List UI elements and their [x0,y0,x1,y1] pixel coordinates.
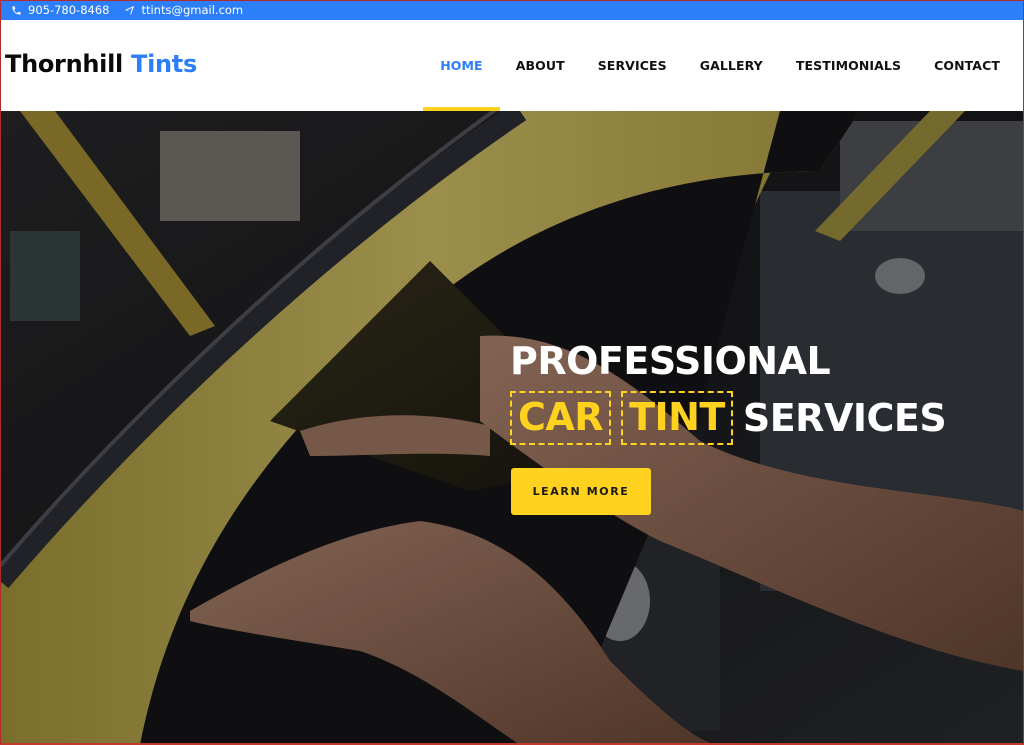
headline-line-2: CAR TINT SERVICES [510,391,947,445]
logo-text-accent: Tints [131,50,197,78]
nav-services[interactable]: SERVICES [598,20,667,111]
hero-section: PROFESSIONAL CAR TINT SERVICES LEARN MOR… [0,111,1024,745]
phone-icon [10,4,22,16]
hero-headline: PROFESSIONAL CAR TINT SERVICES [510,339,947,445]
nav-contact[interactable]: CONTACT [934,20,1000,111]
headline-line-1: PROFESSIONAL [510,339,831,383]
phone-number: 905-780-8468 [28,3,110,17]
paper-plane-icon [123,4,135,16]
headline-word-services: SERVICES [742,396,947,440]
learn-more-button[interactable]: LEARN MORE [511,468,651,515]
logo-text-primary: Thornhill [5,50,123,78]
phone-contact[interactable]: 905-780-8468 [10,3,109,17]
headline-boxed-word-tint: TINT [621,391,733,445]
site-header: Thornhill Tints HOME ABOUT SERVICES GALL… [0,20,1024,111]
nav-gallery[interactable]: GALLERY [700,20,763,111]
headline-boxed-word-car: CAR [510,391,612,445]
top-contact-bar: 905-780-8468 ttints@gmail.com [0,0,1024,20]
nav-about[interactable]: ABOUT [516,20,565,111]
nav-home[interactable]: HOME [423,20,501,111]
email-contact[interactable]: ttints@gmail.com [123,3,243,17]
site-logo[interactable]: Thornhill Tints [5,50,197,78]
nav-testimonials[interactable]: TESTIMONIALS [796,20,901,111]
main-nav: HOME ABOUT SERVICES GALLERY TESTIMONIALS… [407,20,1000,111]
email-address: ttints@gmail.com [141,3,244,17]
